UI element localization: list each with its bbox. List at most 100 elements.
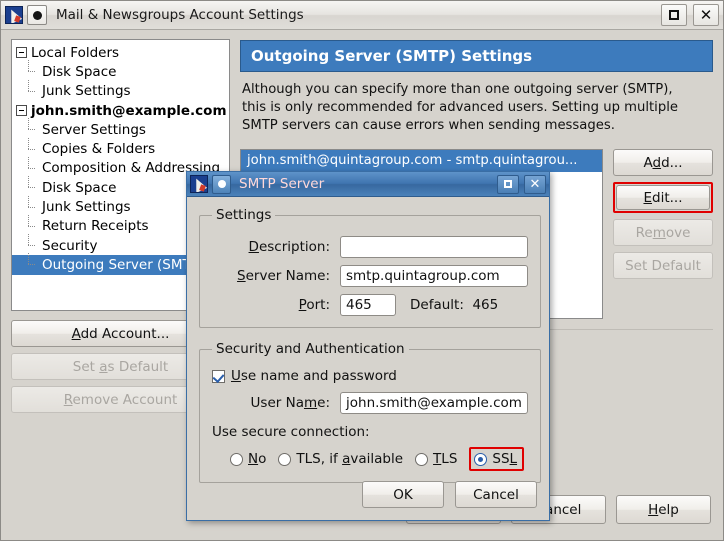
expander-icon[interactable] [16,47,27,59]
radio-icon[interactable] [230,452,243,466]
radio-label: TLS, if available [296,451,404,467]
sidebar-item-server-settings[interactable]: Server Settings [12,118,229,139]
ok-button[interactable]: OK [362,481,444,508]
smtp-server-buttons: Add... Edit... Remove Set Default [613,149,713,319]
radio-icon[interactable] [474,452,488,466]
sidebar-item-label: Return Receipts [42,218,149,235]
description-label: Description: [248,239,330,255]
user-name-label: User Name: [250,395,330,411]
button-label: Add... [643,154,683,171]
sidebar-item-label: Local Folders [31,44,120,61]
page-title: Outgoing Server (SMTP) Settings [240,40,713,72]
settings-group: Settings Description: Server Name: smtp.… [199,207,541,328]
tree-indent-guide [27,156,38,178]
edit-button-highlight: Edit... [613,182,713,213]
button-label: Help [648,501,679,518]
sidebar-item-junk-settings[interactable]: Junk Settings [12,79,229,101]
security-group: Security and Authentication Use name and… [199,341,541,483]
sidebar-item-label: Server Settings [42,121,146,138]
sidebar-item-local-folders[interactable]: Local Folders [12,43,229,62]
window-title: Mail & Newsgroups Account Settings [56,7,304,23]
close-button[interactable]: ✕ [524,174,546,194]
document-icon[interactable] [27,5,47,25]
add-button[interactable]: Add... [613,149,713,176]
port-row: Port: 465 Default: 465 [212,294,528,316]
radio-label: TLS [433,451,458,467]
button-label: Remove Account [63,391,178,408]
sidebar-item-john-smith-example-com[interactable]: john.smith@example.com [12,101,229,120]
port-default-label: Default: 465 [410,297,499,313]
port-label: Port: [298,297,330,313]
main-window-titlebar: Mail & Newsgroups Account Settings ✕ [1,1,723,30]
button-label: OK [393,486,413,503]
tree-indent-guide [27,79,38,101]
button-label: Set Default [625,257,701,274]
tree-indent-guide [27,176,38,197]
close-button[interactable]: ✕ [693,4,719,26]
description-input[interactable] [340,236,528,258]
radio-label: No [248,451,267,467]
sidebar-item-label: Junk Settings [42,199,131,216]
square-icon [504,180,512,188]
document-icon[interactable] [212,174,231,194]
panel-description: Although you can specify more than one o… [242,82,678,133]
user-name-input[interactable]: john.smith@example.com [340,392,528,414]
button-label: Remove [635,224,691,241]
radio-icon[interactable] [415,452,429,466]
sidebar-item-disk-space[interactable]: Disk Space [12,60,229,81]
tree-indent-guide [27,118,38,139]
smtp-dialog-titlebar: SMTP Server ✕ [187,172,549,197]
description-row: Description: [212,236,528,258]
settings-group-legend: Settings [216,207,272,223]
sidebar-item-label: Junk Settings [42,83,131,100]
remove-button: Remove [613,219,713,246]
sidebar-item-label: john.smith@example.com [31,102,227,119]
set-default-button: Set Default [613,252,713,279]
sidebar-item-label: Disk Space [42,179,117,196]
radio-tls-if-available[interactable]: TLS, if available [278,451,403,467]
smtp-dialog-buttons: OK Cancel [362,481,537,508]
radio-no[interactable]: No [230,451,266,467]
button-label: Add Account... [71,325,170,342]
secure-connection-label: Use secure connection: [212,424,370,440]
smtp-dialog-body: Settings Description: Server Name: smtp.… [187,197,549,520]
radio-tls[interactable]: TLS [415,451,457,467]
server-name-input[interactable]: smtp.quintagroup.com [340,265,528,287]
sidebar-item-copies-folders[interactable]: Copies & Folders [12,137,229,159]
smtp-server-dialog: SMTP Server ✕ Settings Description: Serv… [186,171,550,521]
sidebar-item-label: Security [42,237,98,254]
expander-icon[interactable] [16,105,27,117]
tree-indent-guide [27,195,38,217]
security-group-legend: Security and Authentication [216,341,405,357]
server-name-label: Server Name: [237,268,330,284]
tree-indent-guide [27,60,38,81]
button-label: Cancel [473,486,519,503]
button-label: Edit... [643,189,683,206]
maximize-button[interactable] [661,4,687,26]
edit-button[interactable]: Edit... [616,185,710,210]
use-name-password-checkbox[interactable] [212,369,225,383]
list-item[interactable]: john.smith@quintagroup.com - smtp.quinta… [241,150,602,172]
secure-connection-radio-group: No TLS, if available TLS SSL [212,447,528,471]
tree-indent-guide [27,234,38,255]
radio-label: SSL [492,451,518,467]
port-input[interactable]: 465 [340,294,396,316]
button-label: Set as Default [72,358,169,375]
smtp-dialog-title: SMTP Server [239,176,325,192]
sidebar-item-label: Copies & Folders [42,141,156,158]
tree-indent-guide [27,214,38,236]
sidebar-item-label: Outgoing Server (SMTP) [42,256,205,273]
maximize-button[interactable] [497,174,519,194]
radio-ssl[interactable]: SSL [469,447,525,471]
cancel-button[interactable]: Cancel [455,481,537,508]
use-name-password-label: Use name and password [231,368,397,384]
use-name-password-row[interactable]: Use name and password [212,368,528,384]
server-name-row: Server Name: smtp.quintagroup.com [212,265,528,287]
help-button[interactable]: Help [616,495,711,524]
sidebar-item-label: Disk Space [42,63,117,80]
radio-icon[interactable] [278,452,292,466]
square-icon [669,10,679,20]
tree-indent-guide [27,253,38,274]
thunderbird-icon [190,175,208,193]
tree-indent-guide [27,137,38,159]
